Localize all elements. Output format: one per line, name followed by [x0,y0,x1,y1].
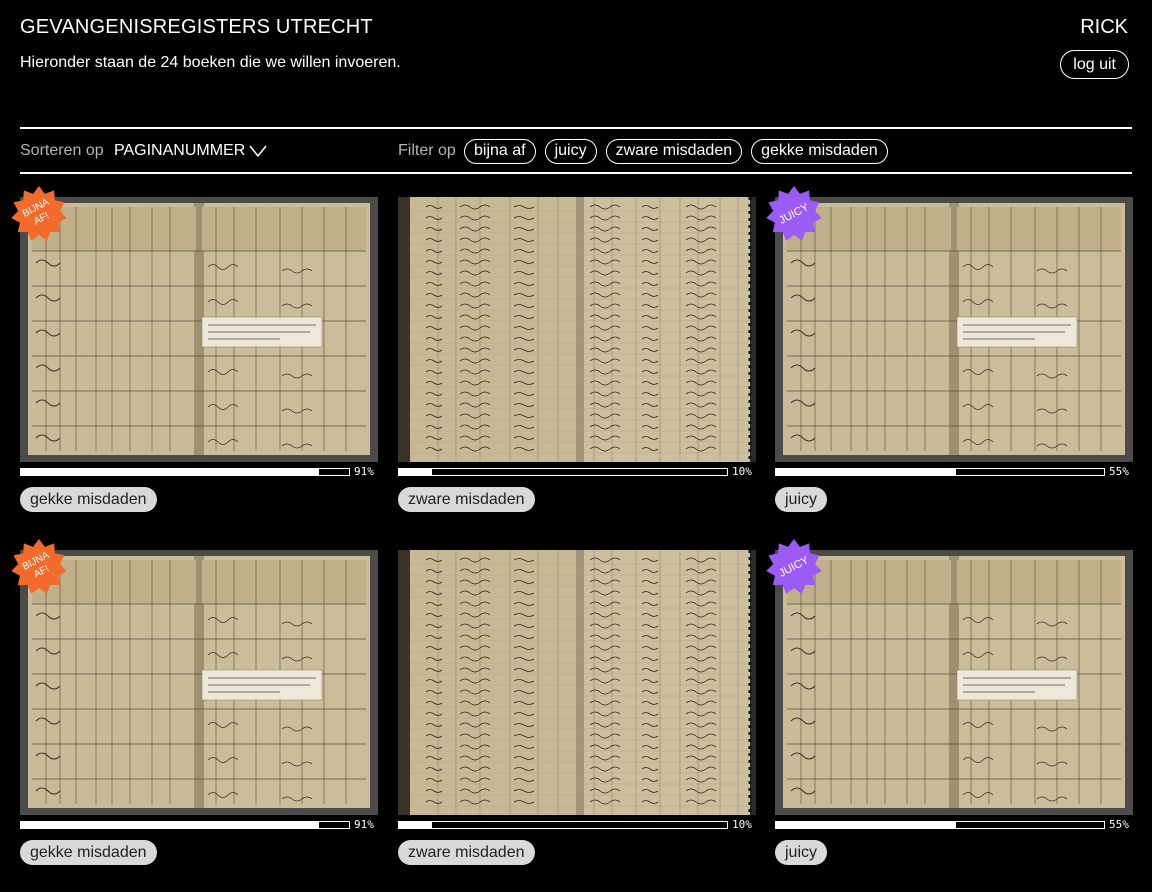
progress-percent: 10% [732,818,752,831]
user-name: RICK [1080,16,1128,38]
book-tag-chip[interactable]: zware misdaden [398,840,535,865]
book-scan-thumbnail[interactable] [398,550,756,815]
chevron-down-icon [249,145,267,157]
progress-fill [21,822,320,828]
progress-bar [775,821,1105,829]
progress-percent: 55% [1109,818,1129,831]
progress-fill [399,469,432,475]
book-scan-thumbnail[interactable] [398,197,756,462]
page-subtitle: Hieronder staan de 24 boeken die we will… [20,54,401,71]
book-scan-thumbnail[interactable] [20,550,378,815]
logout-button[interactable]: log uit [1060,50,1129,79]
progress-percent: 91% [354,818,374,831]
progress-bar [20,468,350,476]
progress-bar [20,821,350,829]
filter-chip-juicy[interactable]: juicy [544,139,597,164]
book-tag-chip[interactable]: juicy [775,840,828,865]
filter-chip-zware-misdaden[interactable]: zware misdaden [605,139,743,164]
filter-chips: bijna af juicy zware misdaden gekke misd… [464,139,888,164]
book-scan-thumbnail[interactable] [20,197,378,462]
book-tag-chip[interactable]: gekke misdaden [20,487,157,512]
progress-percent: 10% [732,465,752,478]
progress-percent: 55% [1109,465,1129,478]
filter-label: Filter op [398,142,456,159]
progress-bar [398,468,728,476]
progress-fill [21,469,320,475]
progress-bar [398,821,728,829]
filter-chip-bijna-af[interactable]: bijna af [464,139,536,164]
status-badge: JUICY [766,186,822,242]
sort-value: PAGINANUMMER [114,142,246,159]
divider-bottom [20,172,1132,174]
progress-percent: 91% [354,465,374,478]
book-tag-chip[interactable]: zware misdaden [398,487,535,512]
progress-bar [775,468,1105,476]
divider-top [20,127,1132,129]
book-scan-thumbnail[interactable] [775,550,1133,815]
book-tag-chip[interactable]: gekke misdaden [20,840,157,865]
status-badge: BIJNA AF! [11,186,67,242]
site-title: GEVANGENISREGISTERS UTRECHT [20,16,373,38]
filter-chip-gekke-misdaden[interactable]: gekke misdaden [751,139,888,164]
book-tag-chip[interactable]: juicy [775,487,828,512]
progress-fill [776,469,957,475]
sort-label: Sorteren op [20,142,104,159]
status-badge: JUICY [766,539,822,595]
progress-fill [776,822,957,828]
book-scan-thumbnail[interactable] [775,197,1133,462]
progress-fill [399,822,432,828]
status-badge: BIJNA AF! [11,539,67,595]
sort-dropdown[interactable]: PAGINANUMMER [114,142,267,160]
